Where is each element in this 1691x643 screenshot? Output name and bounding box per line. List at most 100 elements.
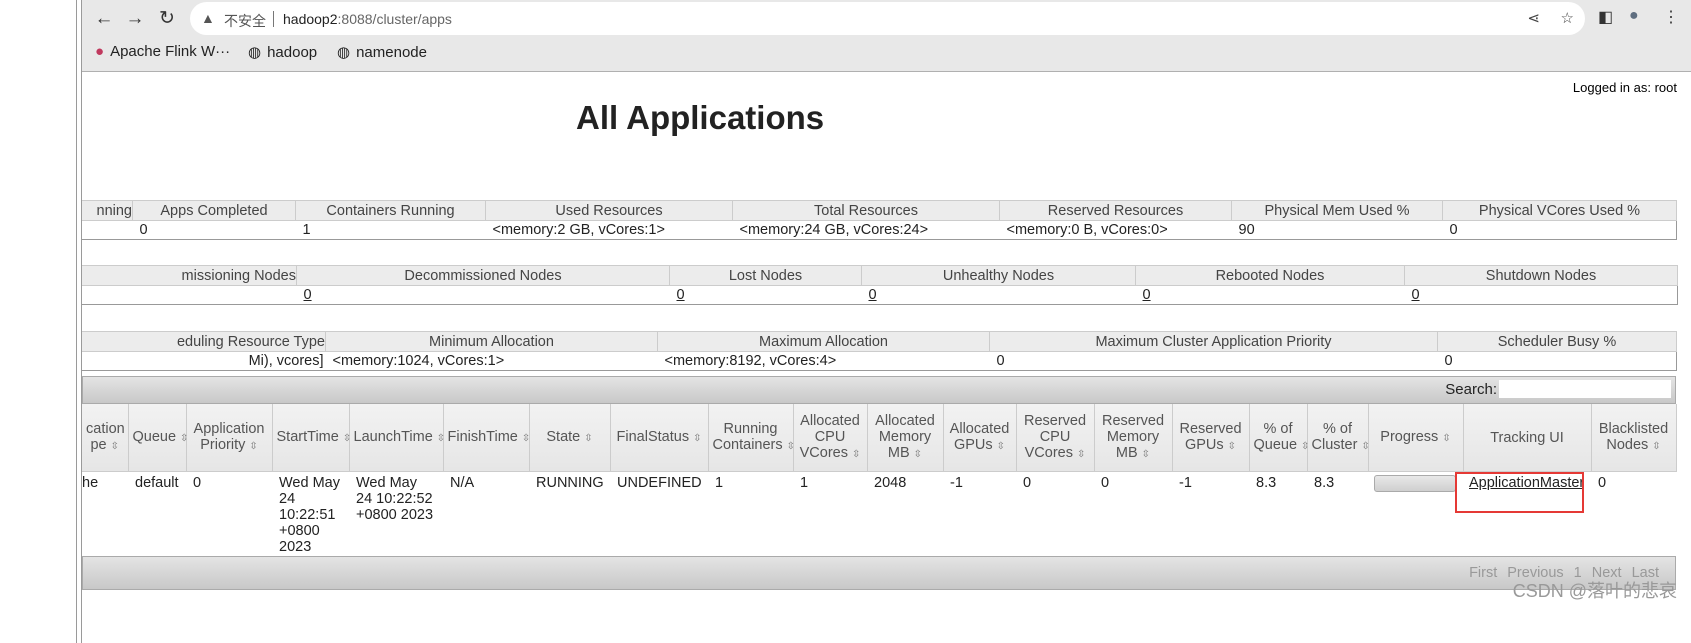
column-header-progress[interactable]: Progress ⇳ <box>1368 404 1464 472</box>
sort-icon[interactable]: ⇳ <box>787 441 795 452</box>
pager-previous[interactable]: Previous <box>1502 565 1568 581</box>
value-apps-completed: 0 <box>132 220 296 240</box>
sort-icon[interactable]: ⇳ <box>1142 449 1150 460</box>
menu-kebab-icon[interactable]: ⋮ <box>1663 7 1679 27</box>
sort-icon[interactable]: ⇳ <box>180 433 188 444</box>
sort-icon[interactable]: ⇳ <box>584 433 592 444</box>
pager-last[interactable]: Last <box>1627 565 1664 581</box>
value-apps-running <box>82 220 133 240</box>
sort-icon[interactable]: ⇳ <box>1442 433 1450 444</box>
column-header-starttime[interactable]: StartTime ⇳ <box>272 404 351 472</box>
sort-icon[interactable]: ⇳ <box>249 441 257 452</box>
column-header-application-priority[interactable]: Application Priority ⇳ <box>186 404 273 472</box>
value-used-resources: <memory:2 GB, vCores:1> <box>485 220 733 240</box>
header-lost-nodes: Lost Nodes <box>669 265 862 286</box>
column-header-allocated-gpus[interactable]: Allocated GPUs ⇳ <box>943 404 1017 472</box>
bookmark-namenode[interactable]: ◍ namenode <box>337 43 427 62</box>
pager-first[interactable]: First <box>1464 565 1502 581</box>
address-bar[interactable]: ▲ 不安全 hadoop2:8088/cluster/apps ⋖ ☆ <box>190 2 1585 35</box>
cell-alloc-gpus: -1 <box>950 475 963 491</box>
cell-finish-time: N/A <box>450 475 475 491</box>
column-header-finalstatus[interactable]: FinalStatus ⇳ <box>610 404 709 472</box>
bookmark-flink[interactable]: ● Apache Flink W··· <box>95 43 230 60</box>
column-header-allocated-cpu-vcores[interactable]: Allocated CPU VCores ⇳ <box>793 404 868 472</box>
table-row[interactable]: he default 0 Wed May 24 10:22:51 +0800 2… <box>82 472 1676 556</box>
cell-state: RUNNING <box>536 475 604 491</box>
pager-page-1[interactable]: 1 <box>1569 565 1587 581</box>
cell-alloc-vcores: 1 <box>800 475 809 491</box>
url-text[interactable]: hadoop2:8088/cluster/apps <box>283 11 452 27</box>
cell-launch-time: Wed May 24 10:22:52 +0800 2023 <box>356 475 434 523</box>
column-header-reserved-cpu-vcores[interactable]: Reserved CPU VCores ⇳ <box>1016 404 1095 472</box>
sort-icon[interactable]: ⇳ <box>343 433 351 444</box>
column-header-running-containers[interactable]: Running Containers ⇳ <box>708 404 795 472</box>
sort-icon[interactable]: ⇳ <box>997 441 1005 452</box>
star-icon[interactable]: ☆ <box>1561 9 1574 27</box>
cell-app-type: he <box>82 475 99 491</box>
search-input[interactable] <box>1499 380 1671 398</box>
sort-icon[interactable]: ⇳ <box>693 433 701 444</box>
cell-res-gpus: -1 <box>1179 475 1192 491</box>
header-physical-mem: Physical Mem Used % <box>1231 200 1443 221</box>
rebooted-nodes-link[interactable]: 0 <box>1143 287 1151 303</box>
decommissioned-nodes-link[interactable]: 0 <box>304 287 312 303</box>
column-header-blacklisted-nodes[interactable]: Blacklisted Nodes ⇳ <box>1591 404 1677 472</box>
column-header-cation-pe[interactable]: cation pe ⇳ <box>82 404 129 472</box>
share-icon[interactable]: ⋖ <box>1527 9 1540 27</box>
sort-icon[interactable]: ⇳ <box>1077 449 1085 460</box>
column-header-allocated-memory-mb[interactable]: Allocated Memory MB ⇳ <box>867 404 944 472</box>
header-decommissioned-nodes: Decommissioned Nodes <box>296 265 670 286</box>
column-header-reserved-memory-mb[interactable]: Reserved Memory MB ⇳ <box>1094 404 1173 472</box>
header-scheduler-busy: Scheduler Busy % <box>1437 331 1677 352</box>
cell-res-vcores: 0 <box>1023 475 1032 491</box>
cell-running-containers: 1 <box>715 475 724 491</box>
sort-icon[interactable]: ⇳ <box>1652 441 1660 452</box>
column-header-reserved-gpus[interactable]: Reserved GPUs ⇳ <box>1172 404 1250 472</box>
search-label: Search: <box>1445 381 1497 398</box>
pane-divider[interactable] <box>76 0 77 643</box>
shutdown-nodes-link[interactable]: 0 <box>1412 287 1420 303</box>
unhealthy-nodes-link[interactable]: 0 <box>869 287 877 303</box>
column-header-queue[interactable]: Queue ⇳ <box>128 404 188 472</box>
watermark: CSDN @落叶的悲哀 <box>1512 581 1677 601</box>
sort-icon[interactable]: ⇳ <box>522 433 530 444</box>
sort-icon[interactable]: ⇳ <box>1228 441 1236 452</box>
side-panel-icon[interactable]: ◧ <box>1598 7 1613 27</box>
profile-avatar-icon[interactable]: ● <box>1629 7 1639 25</box>
cell-alloc-mem: 2048 <box>874 475 907 491</box>
back-icon[interactable]: ← <box>92 7 116 31</box>
cell-queue: default <box>135 475 179 491</box>
bookmark-hadoop[interactable]: ◍ hadoop <box>248 43 317 62</box>
header-maximum-allocation: Maximum Allocation <box>657 331 990 352</box>
column-header-state[interactable]: State ⇳ <box>529 404 611 472</box>
cell-blacklisted: 0 <box>1598 475 1607 491</box>
header-total-resources: Total Resources <box>732 200 1000 221</box>
column-label: Allocated Memory MB <box>875 412 935 461</box>
sort-icon[interactable]: ⇳ <box>852 449 860 460</box>
column-header-tracking-ui[interactable]: Tracking UI <box>1463 404 1592 472</box>
progress-bar <box>1374 475 1456 492</box>
column-header-of-cluster[interactable]: % of Cluster ⇳ <box>1307 404 1370 472</box>
header-apps-completed: Apps Completed <box>132 200 296 221</box>
screen: ← → ↻ ▲ 不安全 hadoop2:8088/cluster/apps ⋖ … <box>0 0 1691 643</box>
header-scheduling-resource-type: eduling Resource Type <box>82 331 326 352</box>
column-label: Reserved Memory MB <box>1101 412 1165 461</box>
value-physical-mem: 90 <box>1231 220 1443 240</box>
column-header-of-queue[interactable]: % of Queue ⇳ <box>1249 404 1309 472</box>
forward-icon[interactable]: → <box>123 7 147 31</box>
lost-nodes-link[interactable]: 0 <box>677 287 685 303</box>
sort-icon[interactable]: ⇳ <box>1301 441 1309 452</box>
sort-icon[interactable]: ⇳ <box>1361 441 1369 452</box>
column-header-launchtime[interactable]: LaunchTime ⇳ <box>349 404 445 472</box>
column-label: State <box>546 428 581 445</box>
pager-next[interactable]: Next <box>1587 565 1627 581</box>
reload-icon[interactable]: ↻ <box>155 7 179 31</box>
sort-icon[interactable]: ⇳ <box>437 433 445 444</box>
column-label: StartTime <box>276 428 339 445</box>
header-used-resources: Used Resources <box>485 200 733 221</box>
column-label: % of Queue <box>1253 420 1298 453</box>
sort-icon[interactable]: ⇳ <box>914 449 922 460</box>
sort-icon[interactable]: ⇳ <box>111 441 119 452</box>
column-header-finishtime[interactable]: FinishTime ⇳ <box>443 404 530 472</box>
insecure-label: 不安全 <box>224 13 266 29</box>
